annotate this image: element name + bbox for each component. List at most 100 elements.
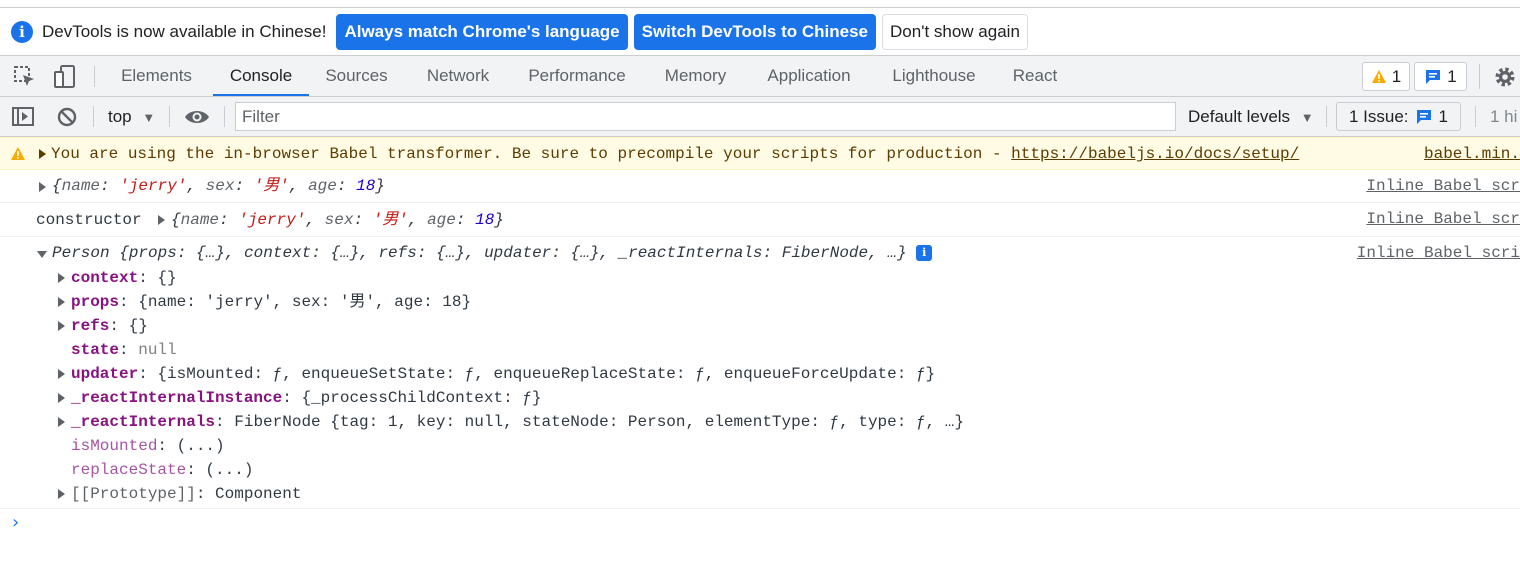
message-icon [1426,69,1441,84]
punctuation: : [195,485,216,503]
warning-source-link[interactable]: babel.min. [1424,142,1520,166]
property-row[interactable]: _reactInternalInstance: {_processChildCo… [71,386,541,410]
dropdown-arrow-icon: ▼ [1300,110,1314,125]
expand-triangle-icon[interactable] [58,417,65,427]
property-row[interactable]: context: {} [71,266,177,290]
console-warning-message: You are using the in-browser Babel trans… [0,137,1520,170]
main-tab-bar: Elements Console Sources Network Performance… [0,56,1520,97]
punctuation: } [375,177,385,195]
toolbar-divider [169,106,170,127]
log-source-link[interactable]: Inline Babel scr [1366,207,1520,231]
babel-setup-link[interactable]: https://babeljs.io/docs/setup/ [1011,145,1299,163]
expand-triangle-icon[interactable] [39,149,46,159]
property-key: context [71,269,139,287]
punctuation: : [186,461,206,479]
string-value: 'jerry' [238,211,306,229]
toolbar-divider [94,66,95,87]
expand-triangle-icon[interactable] [39,182,46,192]
show-sidebar-icon[interactable] [10,104,36,130]
tab-console[interactable]: Console [213,56,309,96]
punctuation: , [407,211,428,229]
live-expression-eye-icon[interactable] [184,104,210,130]
punctuation: } [494,211,504,229]
tab-performance[interactable]: Performance [513,56,641,96]
property-row[interactable]: isMounted: (...) [71,434,225,458]
expand-triangle-icon[interactable] [158,215,165,225]
switch-to-chinese-button[interactable]: Switch DevTools to Chinese [633,13,877,50]
expand-triangle-icon[interactable] [58,273,65,283]
property-value: {name: 'jerry', sex: '男', age: 18} [138,293,472,311]
punctuation: : [234,177,254,195]
tab-network[interactable]: Network [410,56,506,96]
inspect-element-icon[interactable] [12,64,38,90]
property-row[interactable]: props: {name: 'jerry', sex: '男', age: 18… [71,290,471,314]
property-value: {isMounted: ƒ, enqueueSetState: ƒ, enque… [157,365,936,383]
person-header-text: Person {props: {…}, context: {…}, refs: … [52,244,907,262]
issues-count: 1 [1438,106,1448,126]
punctuation: : [215,413,235,431]
always-match-language-button[interactable]: Always match Chrome's language [336,13,628,50]
warning-text-line: You are using the in-browser Babel trans… [51,142,1299,166]
punctuation: : [138,269,158,287]
issues-button[interactable]: 1 Issue: 1 [1336,102,1461,131]
log-levels-select[interactable]: Default levels ▼ [1188,97,1314,136]
property-key: props [71,293,120,311]
punctuation: : [119,341,139,359]
dropdown-arrow-icon: ▼ [142,110,156,125]
person-object-header[interactable]: Person {props: {…}, context: {…}, refs: … [52,241,933,265]
expand-triangle-icon[interactable] [58,393,65,403]
property-value: null [138,341,177,359]
property-key: [[Prototype]] [71,485,196,503]
punctuation: : [119,293,139,311]
property-value: {} [128,317,148,335]
expand-triangle-icon[interactable] [58,297,65,307]
warnings-count: 1 [1391,66,1402,86]
expand-triangle-icon[interactable] [58,369,65,379]
logged-object-preview[interactable]: {name: 'jerry', sex: '男', age: 18} [171,208,504,232]
log-source-link[interactable]: Inline Babel scr [1366,174,1520,198]
tab-lighthouse[interactable]: Lighthouse [876,56,992,96]
dont-show-again-button[interactable]: Don't show again [882,13,1028,50]
property-key: _reactInternals [71,413,216,431]
log-source-link[interactable]: Inline Babel scri [1357,241,1520,265]
tab-sources[interactable]: Sources [312,56,401,96]
messages-count: 1 [1447,66,1457,86]
device-toolbar-icon[interactable] [52,64,78,90]
tab-application[interactable]: Application [751,56,867,96]
warning-icon [11,147,25,160]
tab-memory[interactable]: Memory [648,56,743,96]
toolbar-divider [224,106,225,127]
property-row[interactable]: refs: {} [71,314,148,338]
filter-input[interactable] [235,102,1176,131]
punctuation: : [353,211,373,229]
property-key: isMounted [71,437,158,455]
console-prompt-icon[interactable]: › [12,512,19,533]
tab-elements[interactable]: Elements [110,56,203,96]
clear-console-icon[interactable] [54,104,80,130]
expand-triangle-icon[interactable] [58,489,65,499]
punctuation: : [157,437,177,455]
property-row[interactable]: state: null [71,338,177,362]
collapse-triangle-icon[interactable] [37,251,47,258]
value-evaluated-info-icon[interactable]: i [916,244,933,261]
tab-react[interactable]: React [1000,56,1070,96]
warning-icon [1371,70,1386,83]
toolbar-divider [1479,64,1480,89]
console-log-message: {name: 'jerry', sex: '男', age: 18} Inlin… [0,170,1520,203]
property-row[interactable]: updater: {isMounted: ƒ, enqueueSetState:… [71,362,935,386]
property-value: {} [157,269,177,287]
info-icon: i [11,20,33,43]
logged-object-preview[interactable]: {name: 'jerry', sex: '男', age: 18} [52,174,385,198]
expand-triangle-icon[interactable] [58,321,65,331]
punctuation: , [186,177,206,195]
punctuation: : [455,211,476,229]
warnings-counter[interactable]: 1 [1362,62,1410,91]
property-row[interactable]: _reactInternals: FiberNode {tag: 1, key:… [71,410,964,434]
messages-counter[interactable]: 1 [1414,62,1467,91]
settings-gear-icon[interactable] [1492,64,1518,90]
property-row[interactable]: [[Prototype]]: Component [71,482,301,506]
context-label: top [108,107,132,126]
property-row[interactable]: replaceState: (...) [71,458,253,482]
execution-context-select[interactable]: top ▼ [108,97,155,136]
property-key: replaceState [71,461,187,479]
